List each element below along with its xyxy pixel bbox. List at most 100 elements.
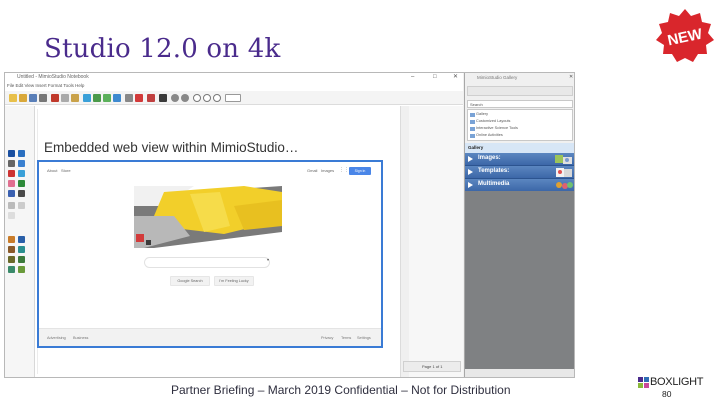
expand-arrow-icon: [468, 182, 473, 188]
stamp-icon[interactable]: [18, 190, 25, 197]
page-navigator[interactable]: Page 1 of 1: [403, 361, 461, 372]
terms-link[interactable]: Terms: [341, 336, 351, 340]
minimize-icon[interactable]: –: [411, 74, 414, 80]
logo-text: BOXLIGHT: [650, 376, 704, 388]
line-tool-icon[interactable]: [8, 170, 15, 177]
gallery-tree: Gallery Customized Layouts Interactive S…: [467, 109, 573, 141]
color-8-icon[interactable]: [18, 266, 25, 273]
menu-bar[interactable]: File Edit View Insert Format Tools Help: [5, 82, 463, 90]
line-width-icon[interactable]: [8, 202, 15, 209]
images-section-label: Images:: [478, 155, 501, 161]
color-3-icon[interactable]: [8, 246, 15, 253]
gallery-content: [465, 191, 574, 377]
shape-tool-icon[interactable]: [18, 170, 25, 177]
sign-in-button[interactable]: Sign in: [349, 167, 371, 175]
open-icon[interactable]: [19, 94, 27, 102]
notebook-toolbar: [5, 91, 463, 105]
fill-tool-icon[interactable]: [18, 180, 25, 187]
multimedia-section-label: Multimedia: [478, 181, 510, 187]
privacy-link[interactable]: Privacy: [321, 336, 333, 340]
images-link[interactable]: Images: [321, 168, 334, 173]
transparency-icon[interactable]: [18, 202, 25, 209]
templates-thumbnail-icon: [556, 168, 572, 177]
multimedia-thumbnail-icon: [556, 182, 573, 189]
insert-icon[interactable]: [103, 94, 111, 102]
close-icon[interactable]: ✕: [453, 74, 458, 80]
expand-arrow-icon: [468, 156, 473, 162]
gallery-window: MimioStudio Gallery ✕ Search Gallery Cus…: [464, 73, 574, 377]
maximize-icon[interactable]: □: [433, 74, 437, 80]
gallery-status-bar: [465, 369, 574, 377]
gallery-search-input[interactable]: Search: [467, 100, 573, 108]
record-icon[interactable]: [125, 94, 133, 102]
vertical-scrollbar[interactable]: [400, 106, 409, 377]
paste-icon[interactable]: [71, 94, 79, 102]
text-tool-icon[interactable]: [18, 160, 25, 167]
notebook-titlebar: Untitled - MimioStudio Notebook: [5, 73, 463, 82]
screen-icon[interactable]: [83, 94, 91, 102]
gallery-toolbar: [467, 86, 573, 96]
color-7-icon[interactable]: [8, 266, 15, 273]
gmail-link[interactable]: Gmail: [307, 168, 317, 173]
tree-item[interactable]: Customized Layouts: [476, 119, 510, 123]
delete-icon[interactable]: [147, 94, 155, 102]
expand-arrow-icon: [468, 169, 473, 175]
tree-item[interactable]: Interactive Science Tools: [476, 126, 518, 130]
zoom-fit-icon[interactable]: [213, 94, 221, 102]
cut-icon[interactable]: [51, 94, 59, 102]
settings-link[interactable]: Settings: [357, 336, 371, 340]
templates-section[interactable]: Templates:: [465, 166, 574, 179]
gallery-close-icon[interactable]: ✕: [569, 74, 573, 80]
tree-item[interactable]: Gallery: [476, 112, 488, 116]
color-4-icon[interactable]: [18, 246, 25, 253]
microphone-icon[interactable]: •: [267, 258, 269, 264]
save-icon[interactable]: [29, 94, 37, 102]
slide-title: Studio 12.0 on 4k: [44, 34, 281, 64]
advertising-link[interactable]: Advertising: [47, 336, 66, 340]
color-1-icon[interactable]: [8, 236, 15, 243]
folder-icon: [470, 127, 475, 131]
folder-icon: [470, 120, 475, 124]
capture-icon[interactable]: [159, 94, 167, 102]
notebook-title: Untitled - MimioStudio Notebook: [17, 74, 89, 80]
forward-icon[interactable]: [181, 94, 189, 102]
new-icon[interactable]: [9, 94, 17, 102]
back-icon[interactable]: [171, 94, 179, 102]
tree-item[interactable]: Online Activities: [476, 133, 503, 137]
images-section[interactable]: Images:: [465, 153, 574, 166]
color-6-icon[interactable]: [18, 256, 25, 263]
spotlight-icon[interactable]: [135, 94, 143, 102]
feeling-lucky-button[interactable]: I'm Feeling Lucky: [214, 276, 254, 286]
caption: Embedded web view within MimioStudio…: [44, 140, 299, 155]
search-input[interactable]: [144, 257, 270, 268]
folder-icon: [470, 113, 475, 117]
reveal-icon[interactable]: [113, 94, 121, 102]
apps-grid-icon[interactable]: ⋮⋮: [339, 167, 349, 173]
highlighter-icon[interactable]: [8, 160, 15, 167]
color-5-icon[interactable]: [8, 256, 15, 263]
business-link[interactable]: Business: [73, 336, 88, 340]
folder-icon: [470, 134, 475, 138]
google-search-button[interactable]: Google Search: [170, 276, 210, 286]
laser-icon[interactable]: [8, 190, 15, 197]
copy-icon[interactable]: [61, 94, 69, 102]
gallery-icon[interactable]: [93, 94, 101, 102]
zoom-out-icon[interactable]: [203, 94, 211, 102]
zoom-select[interactable]: [225, 94, 241, 102]
color-picker-icon[interactable]: [8, 212, 15, 219]
gallery-header: Gallery: [465, 143, 574, 153]
zoom-in-icon[interactable]: [193, 94, 201, 102]
tools-palette: [5, 106, 35, 377]
store-link[interactable]: Store: [61, 168, 71, 173]
eraser-icon[interactable]: [8, 180, 15, 187]
templates-section-label: Templates:: [478, 168, 510, 174]
browser-footer: Advertising Business Privacy Terms Setti…: [39, 328, 381, 346]
select-tool-icon[interactable]: [8, 150, 15, 157]
about-link[interactable]: About: [47, 168, 57, 173]
color-2-icon[interactable]: [18, 236, 25, 243]
page-number: 80: [662, 389, 672, 399]
pen-tool-icon[interactable]: [18, 150, 25, 157]
print-icon[interactable]: [39, 94, 47, 102]
gallery-title: MimioStudio Gallery: [477, 75, 518, 80]
google-doodle[interactable]: [134, 186, 282, 248]
